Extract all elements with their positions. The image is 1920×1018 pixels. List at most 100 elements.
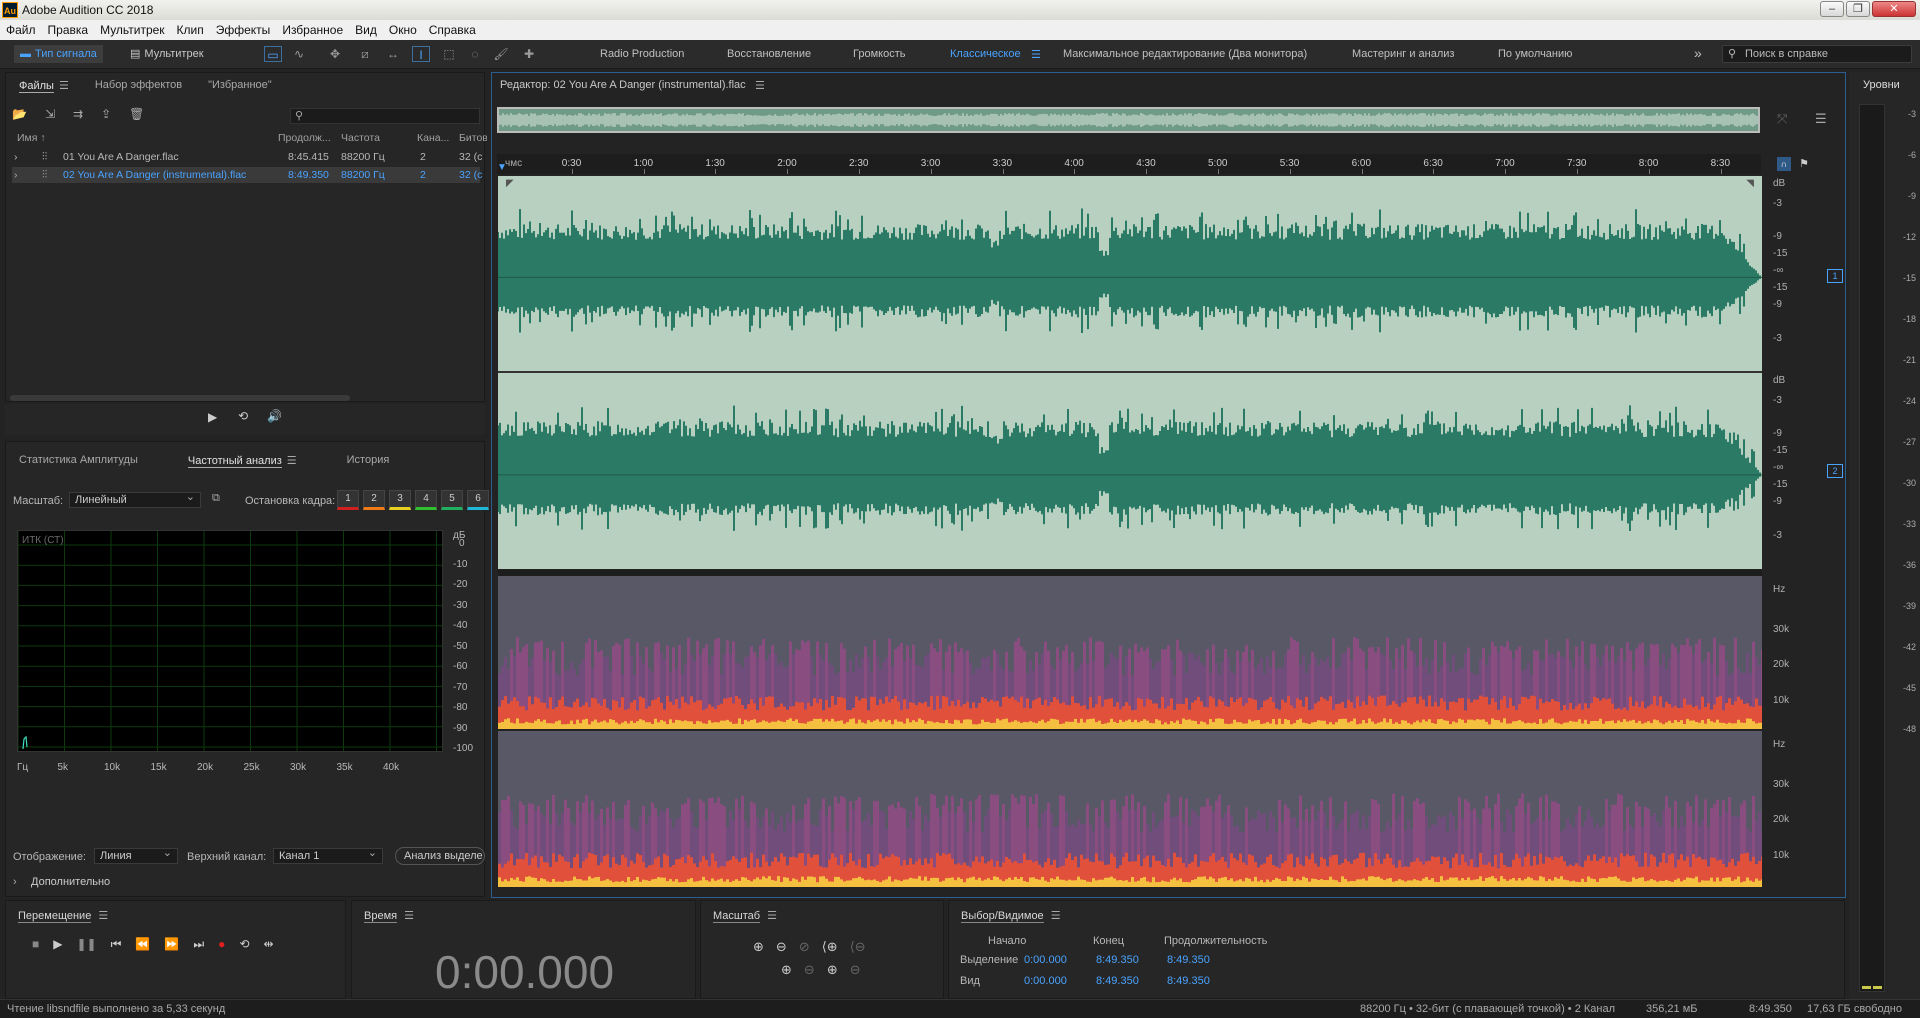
play-icon[interactable]: ▶: [53, 937, 62, 952]
loop-preview-icon[interactable]: ⟲: [238, 409, 248, 423]
workspace-loudness[interactable]: Громкость: [853, 48, 905, 60]
zoom-in-time-icon[interactable]: ⟨⊕: [822, 939, 838, 955]
tab-favorites[interactable]: "Избранное": [195, 79, 285, 91]
close-button[interactable]: ✕: [1872, 1, 1916, 17]
spectrogram-channel-2[interactable]: [498, 731, 1762, 887]
tab-amplitude-stats[interactable]: Статистика Амплитуды: [6, 454, 151, 466]
analyze-selection-button[interactable]: Анализ выделе: [395, 847, 485, 865]
zoom-out-amplitude-icon[interactable]: ⊖: [776, 939, 787, 955]
workspace-default[interactable]: По умолчанию: [1498, 48, 1572, 60]
fast-forward-icon[interactable]: ⏩: [164, 937, 179, 952]
zoom-reset-icon[interactable]: ⊘: [799, 939, 810, 955]
minimize-button[interactable]: –: [1820, 1, 1844, 17]
zoom-to-fit-icon[interactable]: ⤧: [1777, 111, 1787, 127]
advanced-label[interactable]: Дополнительно: [31, 876, 110, 888]
pause-icon[interactable]: ❚❚: [76, 937, 96, 952]
marquee-tool-icon[interactable]: ⬚: [440, 46, 458, 62]
overview-navigator[interactable]: [497, 107, 1760, 133]
time-ruler[interactable]: чмс 0:30 1:00 1:30 2:00 2:30 3:00 3:30 4:00 4:30…: [497, 154, 1761, 174]
files-search-input[interactable]: ⚲: [290, 108, 480, 124]
workspace-radio-production[interactable]: Radio Production: [600, 48, 684, 60]
rewind-icon[interactable]: ⏪: [135, 937, 150, 952]
tab-frequency-analysis[interactable]: Частотный анализ ☰: [175, 454, 310, 468]
move-tool-icon[interactable]: ✥: [326, 46, 344, 62]
waveform-view-icon[interactable]: ▭: [264, 46, 282, 62]
multitrack-mode-button[interactable]: ▤ Мультитрек: [124, 45, 210, 63]
selection-duration[interactable]: 8:49.350: [1167, 954, 1210, 966]
waveform-channel-1[interactable]: ◤ ◥: [498, 176, 1762, 371]
menu-edit[interactable]: Правка: [42, 23, 95, 37]
panel-menu-icon[interactable]: ☰: [755, 79, 765, 92]
record-icon[interactable]: ●: [218, 937, 225, 952]
advanced-expand-icon[interactable]: ›: [13, 876, 17, 888]
menu-file[interactable]: Файл: [0, 23, 42, 37]
menu-help[interactable]: Справка: [423, 23, 482, 37]
zoom-in-point-icon[interactable]: ⊕: [827, 962, 838, 978]
freeze-slot-4[interactable]: 4: [415, 490, 437, 510]
view-duration[interactable]: 8:49.350: [1167, 975, 1210, 987]
zoom-selection-icon[interactable]: ⊕: [781, 962, 792, 978]
col-bits[interactable]: Битов: [459, 130, 487, 146]
brush-tool-icon[interactable]: 🖌: [492, 46, 510, 62]
spectral-view-icon[interactable]: ∿: [290, 46, 308, 62]
col-name[interactable]: Имя ↑: [17, 130, 46, 146]
channel-select[interactable]: Канал 1: [273, 846, 383, 864]
layout-icon[interactable]: ☰: [1815, 111, 1827, 127]
import-icon[interactable]: ⇲: [45, 107, 55, 121]
zoom-out-time-icon[interactable]: ⟨⊖: [850, 939, 866, 955]
freeze-slot-2[interactable]: 2: [363, 490, 385, 510]
workspace-menu-icon[interactable]: ☰: [1031, 48, 1041, 61]
waveform-mode-button[interactable]: ▬ Тип сигнала: [14, 45, 103, 63]
menu-view[interactable]: Вид: [349, 23, 383, 37]
zoom-out-full-icon[interactable]: ⊖: [804, 962, 815, 978]
display-select[interactable]: Линия: [94, 846, 178, 864]
open-file-icon[interactable]: 📂: [12, 107, 27, 121]
menu-favorites[interactable]: Избранное: [276, 23, 349, 37]
spectrogram-channel-1[interactable]: [498, 576, 1762, 729]
selection-start[interactable]: 0:00.000: [1024, 954, 1067, 966]
fade-in-handle-icon[interactable]: ◤: [506, 178, 514, 189]
razor-tool-icon[interactable]: ⧄: [356, 46, 374, 62]
selection-end[interactable]: 8:49.350: [1096, 954, 1139, 966]
freeze-slot-3[interactable]: 3: [389, 490, 411, 510]
view-start[interactable]: 0:00.000: [1024, 975, 1067, 987]
tab-history[interactable]: История: [334, 454, 403, 466]
go-to-start-icon[interactable]: ⏮: [111, 937, 122, 952]
autoplay-icon[interactable]: 🔊: [267, 409, 282, 423]
freeze-slot-5[interactable]: 5: [441, 490, 463, 510]
loop-icon[interactable]: ⟲: [239, 937, 249, 952]
play-preview-icon[interactable]: ▶: [208, 410, 217, 424]
workspace-restoration[interactable]: Восстановление: [727, 48, 811, 60]
file-row[interactable]: › ⫶⫶ 02 You Are A Danger (instrumental).…: [12, 167, 482, 183]
menu-window[interactable]: Окно: [383, 23, 423, 37]
marker-icon[interactable]: ⚑: [1799, 157, 1809, 170]
col-channels[interactable]: Кана...: [417, 130, 449, 146]
channel-2-badge[interactable]: 2: [1827, 464, 1843, 478]
playhead-icon[interactable]: ▼: [497, 162, 507, 173]
time-selection-tool-icon[interactable]: I: [412, 46, 430, 62]
zoom-in-amplitude-icon[interactable]: ⊕: [753, 939, 764, 955]
screenshot-icon[interactable]: ⧉: [212, 492, 220, 505]
insert-icon[interactable]: ⇉: [73, 107, 83, 121]
spot-healing-tool-icon[interactable]: ✚: [520, 46, 538, 62]
batch-icon[interactable]: ⇪: [101, 107, 111, 121]
workspace-overflow-icon[interactable]: »: [1694, 45, 1702, 61]
maximize-button[interactable]: ❐: [1846, 1, 1870, 17]
files-hscrollbar[interactable]: [10, 395, 350, 401]
freeze-slot-6[interactable]: 6: [467, 490, 489, 510]
workspace-classic[interactable]: Классическое: [950, 48, 1021, 60]
zoom-out-point-icon[interactable]: ⊖: [850, 962, 861, 978]
menu-effects[interactable]: Эффекты: [210, 23, 277, 37]
tab-effects-rack[interactable]: Набор эффектов: [82, 79, 195, 91]
fade-out-handle-icon[interactable]: ◥: [1746, 178, 1754, 189]
workspace-mastering[interactable]: Мастеринг и анализ: [1352, 48, 1454, 60]
view-end[interactable]: 8:49.350: [1096, 975, 1139, 987]
channel-1-badge[interactable]: 1: [1827, 269, 1843, 283]
menu-clip[interactable]: Клип: [171, 23, 210, 37]
go-to-end-icon[interactable]: ⏭: [193, 937, 204, 952]
file-row[interactable]: › ⫶⫶ 01 You Are A Danger.flac 8:45.415 8…: [12, 149, 482, 165]
tab-files[interactable]: Файлы ☰: [6, 79, 82, 93]
menu-multitrack[interactable]: Мультитрек: [94, 23, 170, 37]
snap-icon[interactable]: ∩: [1777, 157, 1791, 171]
stop-icon[interactable]: ■: [32, 937, 39, 952]
